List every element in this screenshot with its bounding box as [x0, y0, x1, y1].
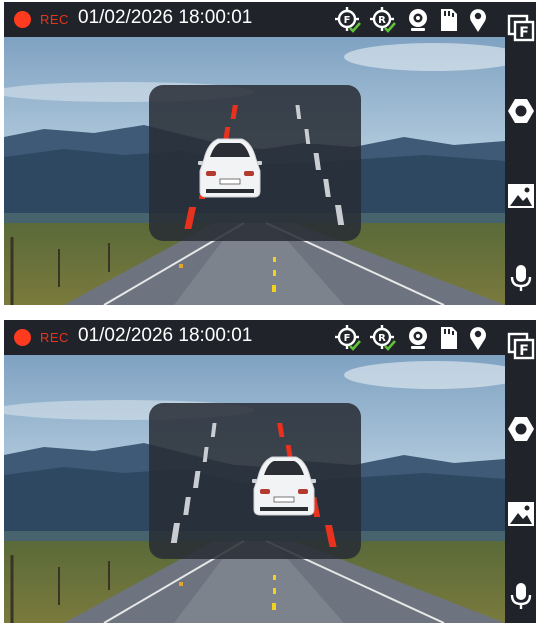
record-indicator-icon [14, 329, 31, 346]
microphone-icon [510, 265, 532, 291]
stop-icon [508, 99, 534, 123]
front-camera-ok-icon: F [334, 6, 362, 34]
gallery-button[interactable] [507, 500, 535, 528]
microphone-button[interactable] [507, 264, 535, 292]
webcam-icon [404, 324, 432, 352]
control-sidebar: F [505, 2, 536, 305]
sd-card-icon [434, 6, 462, 34]
svg-text:F: F [344, 15, 351, 26]
camera-switch-icon: F [507, 332, 535, 360]
camera-view [4, 37, 505, 305]
datetime: 01/02/2026 18:00:01 [78, 325, 253, 346]
gallery-button[interactable] [507, 182, 535, 210]
svg-text:F: F [519, 343, 529, 359]
rear-camera-ok-icon: R [369, 6, 397, 34]
rear-camera-ok-icon: R [369, 324, 397, 352]
lane-line-right [295, 105, 345, 225]
camera-switch-icon: F [507, 14, 535, 42]
rec-label: REC [40, 12, 69, 27]
rec-label: REC [40, 330, 69, 345]
lane-departure-overlay [149, 403, 361, 559]
svg-text:R: R [378, 15, 386, 26]
front-camera-ok-icon: F [334, 324, 362, 352]
sd-card-icon [434, 324, 462, 352]
car-icon [198, 138, 262, 198]
dashcam-screen-top: REC 01/02/2026 18:00:01 F R F [4, 2, 536, 305]
svg-text:F: F [344, 333, 351, 344]
gallery-icon [508, 502, 534, 526]
control-sidebar: F [505, 320, 536, 623]
status-bar: REC 01/02/2026 18:00:01 F R [4, 2, 505, 37]
record-indicator-icon [14, 11, 31, 28]
status-bar: REC 01/02/2026 18:00:01 F R [4, 320, 505, 355]
camera-switch-button[interactable]: F [507, 332, 535, 360]
microphone-button[interactable] [507, 582, 535, 610]
lane-line-left [170, 423, 217, 543]
gps-pin-icon [464, 324, 492, 352]
gps-pin-icon [464, 6, 492, 34]
dashcam-screen-bottom: REC 01/02/2026 18:00:01 F R F [4, 320, 536, 623]
car-icon [252, 456, 316, 516]
datetime: 01/02/2026 18:00:01 [78, 7, 253, 28]
stop-button[interactable] [507, 97, 535, 125]
camera-view [4, 355, 505, 623]
svg-text:R: R [378, 333, 386, 344]
gallery-icon [508, 184, 534, 208]
lane-departure-overlay [149, 85, 361, 241]
webcam-icon [404, 6, 432, 34]
svg-text:F: F [519, 25, 529, 41]
stop-icon [508, 417, 534, 441]
camera-switch-button[interactable]: F [507, 14, 535, 42]
microphone-icon [510, 583, 532, 609]
stop-button[interactable] [507, 415, 535, 443]
